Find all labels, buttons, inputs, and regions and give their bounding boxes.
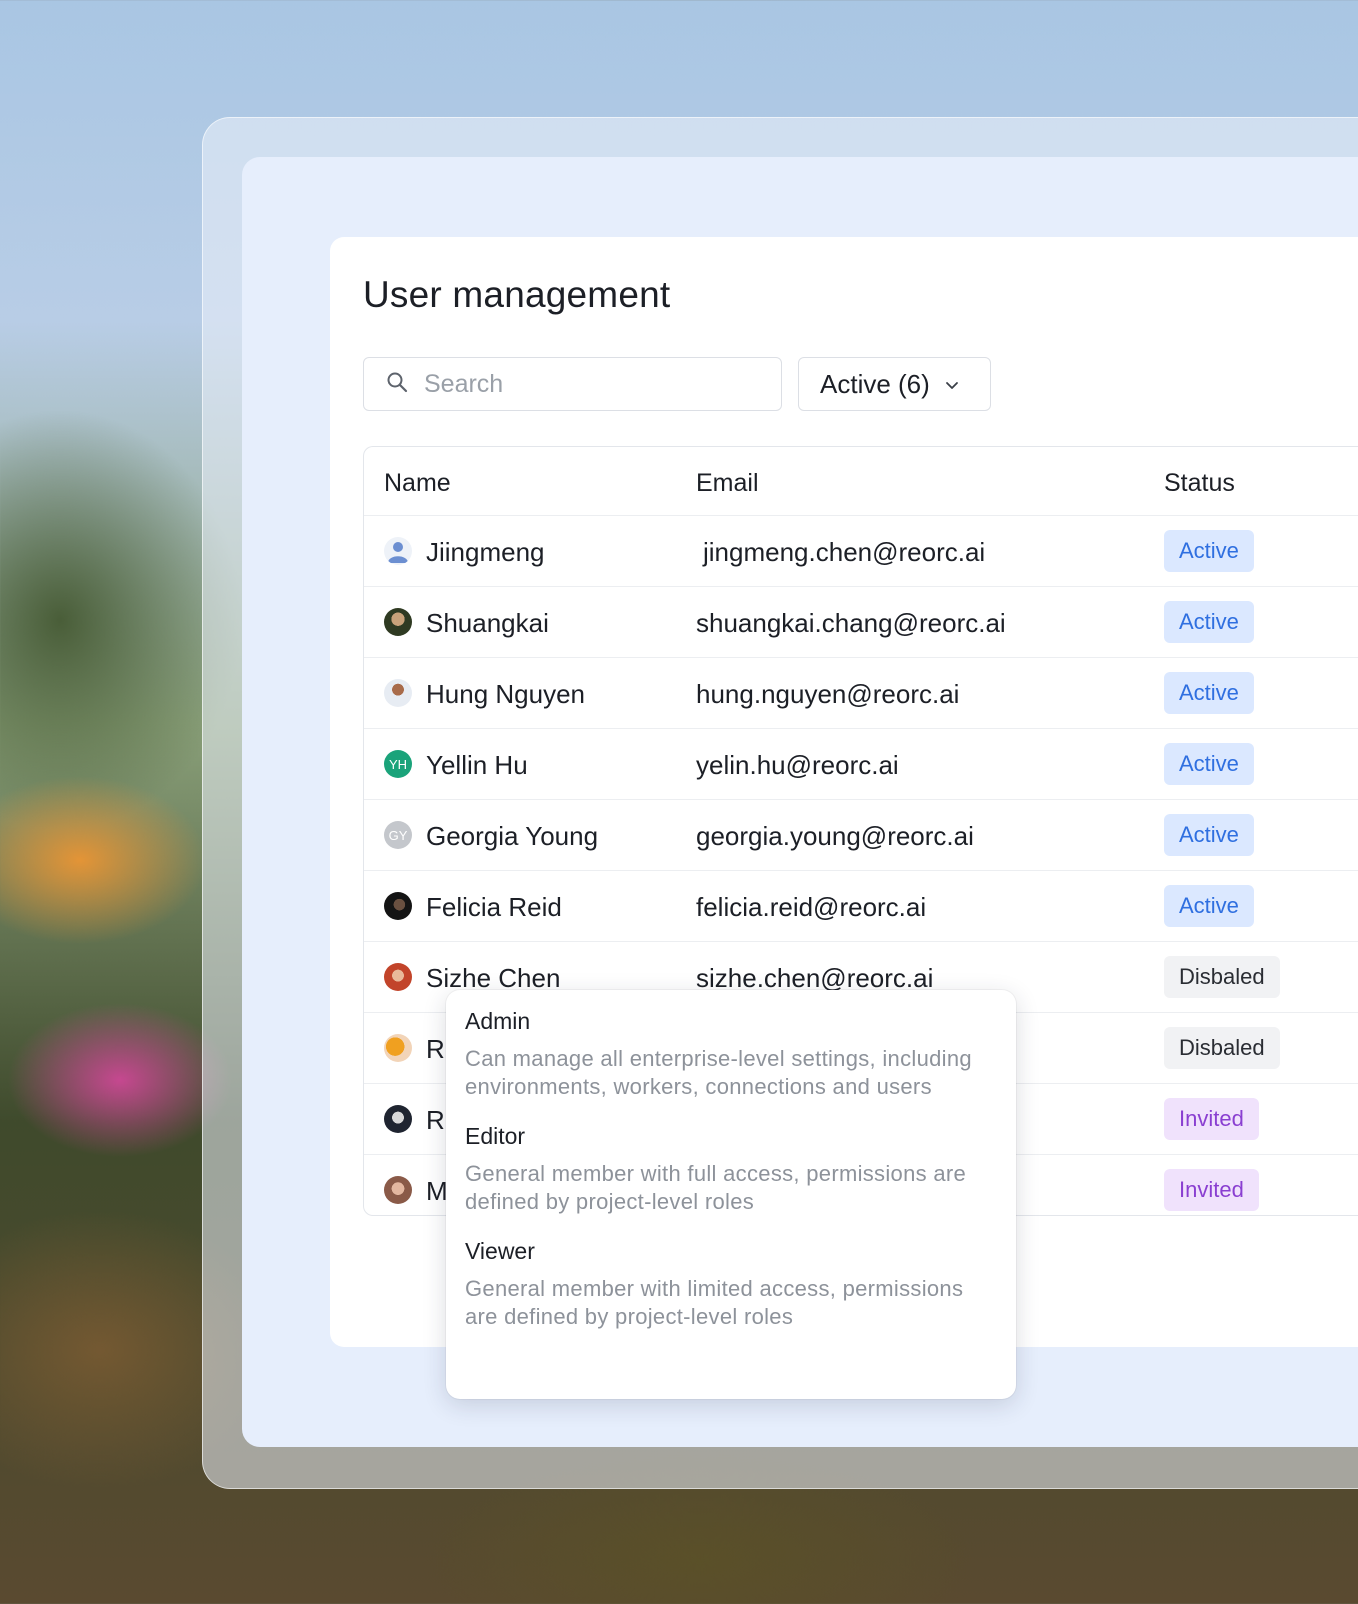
search-box[interactable] bbox=[363, 357, 782, 411]
avatar bbox=[384, 963, 412, 991]
avatar bbox=[384, 1034, 412, 1062]
status-badge: Active bbox=[1164, 672, 1254, 714]
status-badge: Active bbox=[1164, 530, 1254, 572]
role-title: Viewer bbox=[465, 1238, 535, 1264]
user-email: yelin.hu@reorc.ai bbox=[696, 750, 899, 780]
table-row[interactable]: Hung Nguyen hung.nguyen@reorc.ai Active bbox=[364, 658, 1358, 729]
table-row[interactable]: Shuangkai shuangkai.chang@reorc.ai Activ… bbox=[364, 587, 1358, 658]
status-filter-dropdown[interactable]: Active (6) bbox=[798, 357, 991, 411]
search-icon bbox=[386, 371, 408, 398]
user-name: Jiingmeng bbox=[426, 537, 545, 567]
user-name: Hung Nguyen bbox=[426, 679, 585, 709]
user-name: M bbox=[426, 1176, 448, 1206]
avatar bbox=[384, 679, 412, 707]
role-description: Can manage all enterprise-level settings… bbox=[465, 1046, 972, 1099]
role-options-popover: Admin Can manage all enterprise-level se… bbox=[446, 990, 1016, 1399]
status-badge: Invited bbox=[1164, 1169, 1259, 1211]
table-row[interactable]: Felicia Reid felicia.reid@reorc.ai Activ… bbox=[364, 871, 1358, 942]
role-option-editor[interactable]: Editor General member with full access, … bbox=[465, 1123, 998, 1216]
avatar-initials: YH bbox=[384, 750, 412, 778]
role-option-viewer[interactable]: Viewer General member with limited acces… bbox=[465, 1238, 998, 1331]
status-badge: Active bbox=[1164, 601, 1254, 643]
user-email: jingmeng.chen@reorc.ai bbox=[703, 537, 986, 567]
user-email: felicia.reid@reorc.ai bbox=[696, 892, 927, 922]
default-user-avatar-icon bbox=[384, 537, 412, 565]
role-option-admin[interactable]: Admin Can manage all enterprise-level se… bbox=[465, 1008, 998, 1101]
role-title: Admin bbox=[465, 1008, 531, 1034]
user-name: R bbox=[426, 1105, 445, 1135]
status-filter-label: Active (6) bbox=[820, 368, 930, 399]
status-badge: Disbaled bbox=[1164, 1027, 1280, 1069]
avatar bbox=[384, 1105, 412, 1133]
page-title: User management bbox=[363, 274, 671, 315]
table-header: Name Email Status bbox=[364, 447, 1358, 516]
avatar-initials: GY bbox=[384, 821, 412, 849]
user-email: shuangkai.chang@reorc.ai bbox=[696, 608, 1006, 638]
user-name: Georgia Young bbox=[426, 821, 599, 851]
status-badge: Disbaled bbox=[1164, 956, 1280, 998]
table-row[interactable]: Jiingmeng jingmeng.chen@reorc.ai Active bbox=[364, 516, 1358, 587]
chevron-down-icon bbox=[944, 369, 960, 400]
role-description: General member with limited access, perm… bbox=[465, 1276, 964, 1329]
role-title: Editor bbox=[465, 1123, 526, 1149]
table-row[interactable]: GY Georgia Young georgia.young@reorc.ai … bbox=[364, 800, 1358, 871]
avatar bbox=[384, 892, 412, 920]
user-email: georgia.young@reorc.ai bbox=[696, 821, 974, 851]
status-badge: Active bbox=[1164, 814, 1254, 856]
status-badge: Active bbox=[1164, 885, 1254, 927]
user-name: R bbox=[426, 1034, 445, 1064]
table-row[interactable]: YH Yellin Hu yelin.hu@reorc.ai Active bbox=[364, 729, 1358, 800]
user-name: Yellin Hu bbox=[426, 750, 528, 780]
user-email: hung.nguyen@reorc.ai bbox=[696, 679, 960, 709]
status-badge: Invited bbox=[1164, 1098, 1259, 1140]
avatar bbox=[384, 1176, 412, 1204]
user-name: Shuangkai bbox=[426, 608, 549, 638]
column-header-email[interactable]: Email bbox=[696, 469, 759, 498]
column-header-status[interactable]: Status bbox=[1164, 469, 1235, 498]
column-header-name[interactable]: Name bbox=[384, 469, 451, 498]
search-input[interactable] bbox=[422, 368, 756, 400]
avatar bbox=[384, 608, 412, 636]
status-badge: Active bbox=[1164, 743, 1254, 785]
user-name: Felicia Reid bbox=[426, 892, 562, 922]
role-description: General member with full access, permiss… bbox=[465, 1161, 967, 1214]
